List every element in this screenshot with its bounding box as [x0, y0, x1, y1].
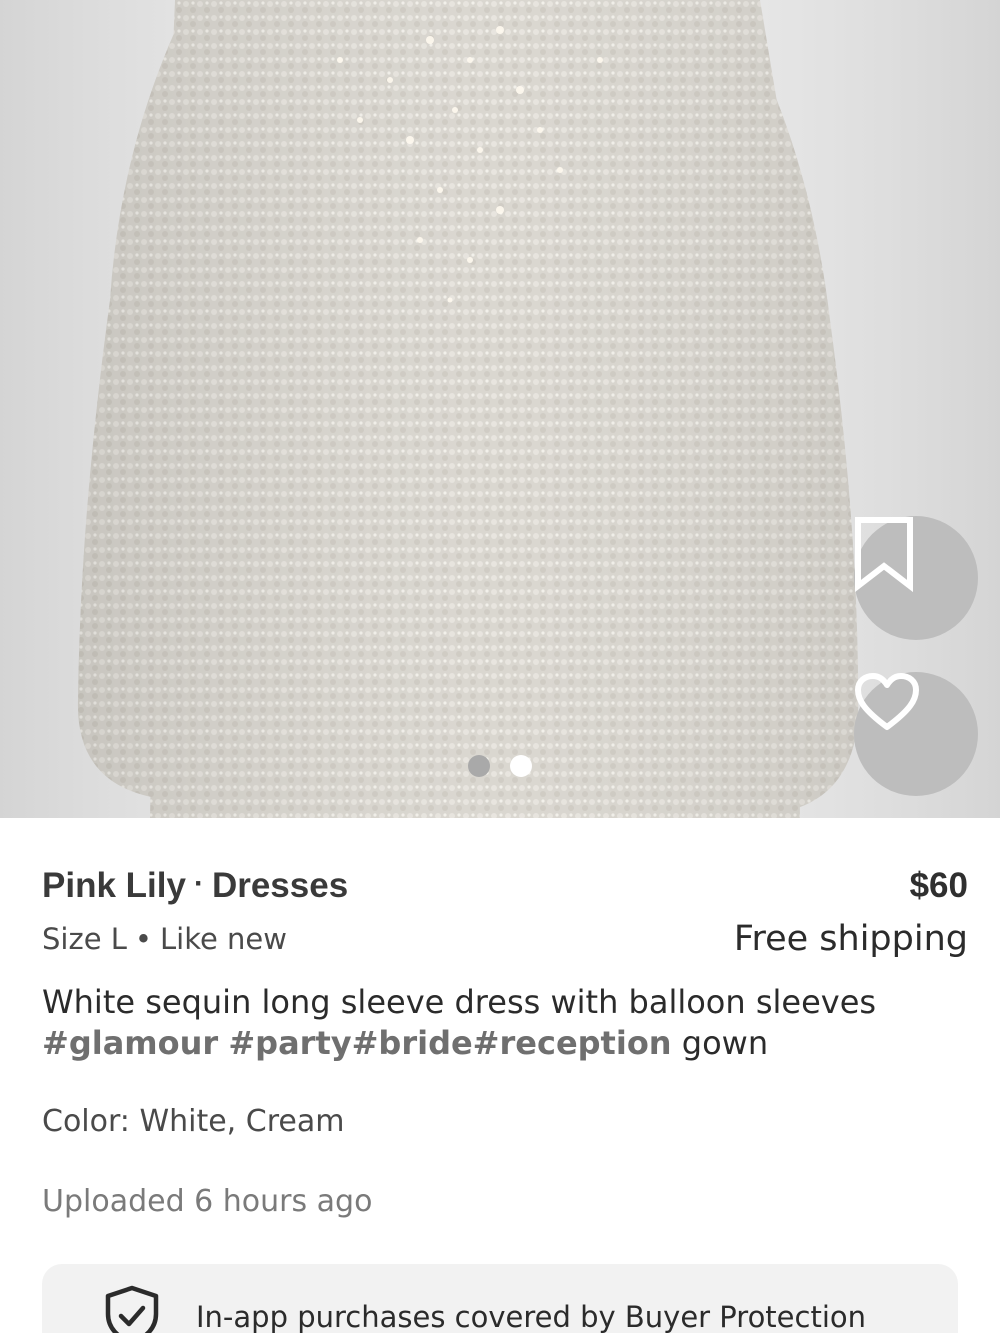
- uploaded-time: Uploaded 6 hours ago: [42, 1184, 373, 1219]
- condition-label: Like new: [160, 922, 287, 956]
- product-title: Pink Lily · Dresses: [42, 866, 348, 906]
- hashtag-space: [218, 1024, 228, 1062]
- carousel-indicator: [468, 755, 532, 777]
- hashtag-glamour[interactable]: #glamour: [42, 1024, 218, 1062]
- color-attribute: Color: White, Cream: [42, 1104, 345, 1139]
- hashtag-bride[interactable]: #bride: [352, 1024, 473, 1062]
- buyer-protection-text: In-app purchases covered by Buyer Protec…: [196, 1300, 867, 1333]
- buyer-protection-banner[interactable]: In-app purchases covered by Buyer Protec…: [42, 1264, 958, 1333]
- product-image[interactable]: [0, 0, 1000, 818]
- title-row: Pink Lily · Dresses $60: [42, 862, 968, 910]
- dress-photo: [0, 0, 1000, 818]
- like-button[interactable]: [854, 672, 978, 796]
- shield-check-icon: [104, 1284, 160, 1333]
- carousel-dot-active[interactable]: [510, 755, 532, 777]
- description-tail: gown: [671, 1024, 769, 1062]
- price: $60: [909, 866, 968, 905]
- meta-row: Size L • Like new Free shipping: [42, 914, 968, 964]
- size-label: Size L: [42, 922, 127, 956]
- hashtag-reception[interactable]: #reception: [473, 1024, 672, 1062]
- size-condition: Size L • Like new: [42, 922, 287, 956]
- description-text: White sequin long sleeve dress with ball…: [42, 983, 877, 1021]
- carousel-dot[interactable]: [468, 755, 490, 777]
- meta-separator: •: [134, 922, 153, 956]
- bookmark-button[interactable]: [854, 516, 978, 640]
- product-description: White sequin long sleeve dress with ball…: [42, 982, 962, 1064]
- title-separator: ·: [193, 867, 204, 900]
- category-link[interactable]: Dresses: [212, 866, 348, 905]
- hashtag-party[interactable]: #party: [228, 1024, 351, 1062]
- brand-link[interactable]: Pink Lily: [42, 866, 186, 905]
- shipping-label: Free shipping: [733, 919, 968, 959]
